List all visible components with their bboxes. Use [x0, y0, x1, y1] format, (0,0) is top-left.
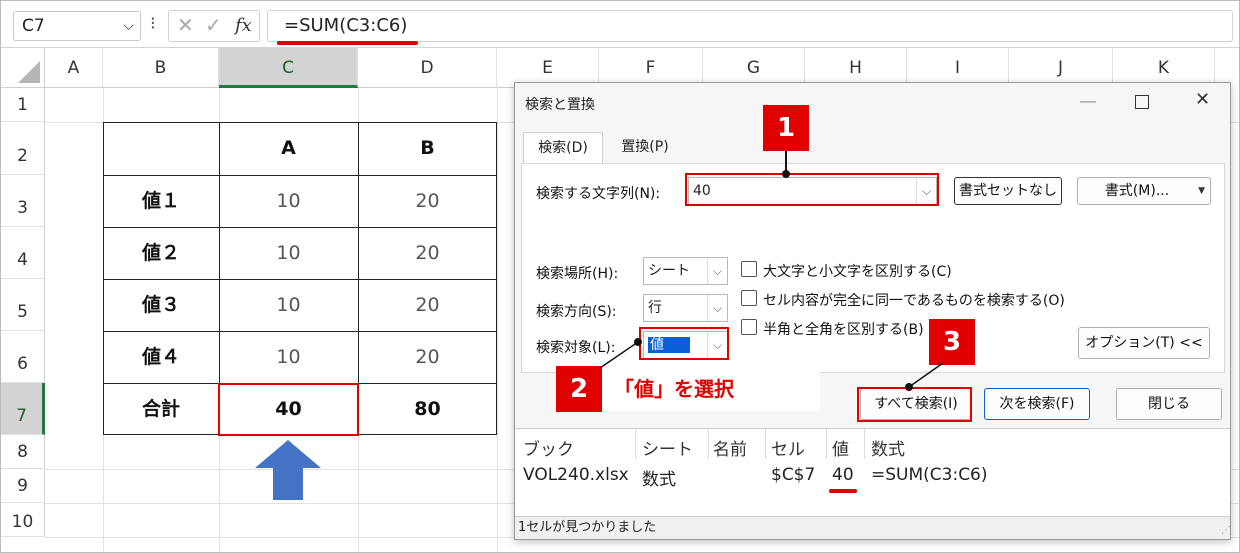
formula-underline	[277, 41, 418, 45]
step-2-leader	[599, 338, 642, 369]
grid-line	[497, 88, 498, 552]
up-arrow-icon	[255, 440, 321, 500]
within-label: 検索場所(H):	[536, 266, 619, 282]
row-header-5[interactable]: 5	[1, 279, 45, 331]
table-cell[interactable]: 20	[358, 279, 497, 331]
match-case-label: 大文字と小文字を区別する(C)	[763, 264, 952, 280]
within-select[interactable]: シート ⌵	[643, 257, 728, 285]
dialog-title: 検索と置換	[525, 97, 595, 113]
results-header[interactable]: 名前	[713, 435, 747, 460]
col-header-A[interactable]: A	[45, 48, 103, 88]
no-format-button[interactable]: 書式セットなし	[954, 177, 1062, 205]
formula-buttons: ✕ ✓ fx	[168, 10, 260, 42]
minimize-icon[interactable]: —	[1079, 91, 1097, 112]
row-header-8[interactable]: 8	[1, 435, 45, 469]
search-select[interactable]: 行 ⌵	[643, 294, 728, 322]
result-formula[interactable]: =SUM(C3:C6)	[871, 465, 988, 485]
step-1-dot	[782, 170, 790, 178]
row-header-7[interactable]: 7	[1, 383, 45, 435]
row-header-9[interactable]: 9	[1, 469, 45, 503]
find-next-button[interactable]: 次を検索(F)	[984, 388, 1090, 420]
value-underline	[829, 489, 857, 493]
table-cell[interactable]: 20	[358, 331, 497, 383]
table-cell[interactable]: 10	[219, 175, 358, 227]
results-header[interactable]: シート	[642, 435, 693, 460]
table-header-cell[interactable]: A	[219, 122, 358, 175]
row-header-1[interactable]: 1	[1, 88, 45, 122]
status-bar: 1セルが見つかりました	[515, 516, 1230, 539]
maximize-icon[interactable]	[1135, 95, 1149, 109]
result-book[interactable]: VOL240.xlsx	[523, 465, 629, 485]
chevron-down-icon[interactable]: ⌵	[123, 12, 134, 40]
find-replace-dialog: 検索と置換 — ✕ 検索(D) 置換(P) 検索する文字列(N): 40 ⌵ 書式…	[514, 82, 1231, 540]
tab-replace[interactable]: 置換(P)	[607, 132, 683, 162]
match-entire-checkbox[interactable]	[741, 290, 757, 306]
find-input-highlight	[685, 173, 939, 206]
match-entire-label: セル内容が完全に同一であるものを検索する(O)	[763, 293, 1065, 309]
name-box[interactable]: C7 ⌵	[13, 11, 141, 41]
lookin-highlight	[639, 327, 729, 360]
enter-icon[interactable]: ✓	[205, 13, 222, 37]
row-header-4[interactable]: 4	[1, 227, 45, 279]
cancel-icon[interactable]: ✕	[177, 13, 194, 37]
step-1-badge: 1	[763, 105, 809, 151]
step-2-text: 「値」を選択	[602, 367, 820, 411]
row-label-cell[interactable]: 値１	[103, 175, 219, 227]
search-label: 検索方向(S):	[536, 304, 617, 320]
selected-cell-highlight	[218, 383, 359, 436]
results-header[interactable]: ブック	[523, 435, 574, 460]
insert-function-icon[interactable]: fx	[235, 15, 252, 36]
row-label-cell[interactable]: 値３	[103, 279, 219, 331]
tab-find[interactable]: 検索(D)	[523, 132, 603, 164]
results-list: ブック シート 名前 セル 値 数式 VOL240.xlsx 数式 $C$7 4…	[515, 428, 1230, 518]
find-label: 検索する文字列(N):	[536, 186, 661, 202]
options-button[interactable]: オプション(T) <<	[1078, 327, 1210, 359]
result-cell[interactable]: $C$7	[771, 465, 815, 485]
row-header-10[interactable]: 10	[1, 503, 45, 537]
step-2-badge: 2	[556, 366, 602, 412]
col-header-D[interactable]: D	[358, 48, 497, 88]
col-header-C[interactable]: C	[219, 48, 358, 88]
resize-grip-icon[interactable]: ⋰	[1221, 525, 1231, 536]
row-label-cell[interactable]: 合計	[103, 383, 219, 435]
table-cell[interactable]: 20	[358, 227, 497, 279]
close-icon[interactable]: ✕	[1195, 89, 1210, 110]
row-header-6[interactable]: 6	[1, 331, 45, 383]
step-3-leader	[905, 362, 944, 391]
formula-input[interactable]: =SUM(C3:C6)	[267, 10, 1233, 42]
close-button[interactable]: 閉じる	[1116, 388, 1222, 420]
format-button[interactable]: 書式(M)... ▼	[1077, 177, 1211, 205]
row-label-cell[interactable]: 値４	[103, 331, 219, 383]
chevron-down-icon[interactable]: ⌵	[707, 295, 727, 321]
results-header[interactable]: セル	[771, 435, 805, 460]
select-all[interactable]	[1, 48, 45, 88]
results-header[interactable]: 値	[832, 435, 849, 460]
row-header-3[interactable]: 3	[1, 175, 45, 227]
table-cell[interactable]: 80	[358, 383, 497, 435]
result-value[interactable]: 40	[832, 465, 854, 485]
table-cell[interactable]: 10	[219, 331, 358, 383]
more-icon[interactable]: ⁝	[150, 13, 156, 34]
row-header-2[interactable]: 2	[1, 122, 45, 175]
table-cell[interactable]: 10	[219, 227, 358, 279]
match-width-label: 半角と全角を区別する(B)	[763, 322, 924, 338]
row-label-cell[interactable]: 値２	[103, 227, 219, 279]
match-case-checkbox[interactable]	[741, 261, 757, 277]
col-header-B[interactable]: B	[103, 48, 219, 88]
result-sheet[interactable]: 数式	[642, 465, 676, 490]
chevron-down-icon[interactable]: ⌵	[707, 258, 727, 284]
formula-bar: C7 ⌵ ⁝ ✕ ✓ fx =SUM(C3:C6)	[1, 1, 1239, 48]
match-width-checkbox[interactable]	[741, 319, 757, 335]
table-cell[interactable]: 20	[358, 175, 497, 227]
table-header-cell[interactable]: B	[358, 122, 497, 175]
results-header[interactable]: 数式	[871, 435, 905, 460]
table-cell[interactable]: 10	[219, 279, 358, 331]
